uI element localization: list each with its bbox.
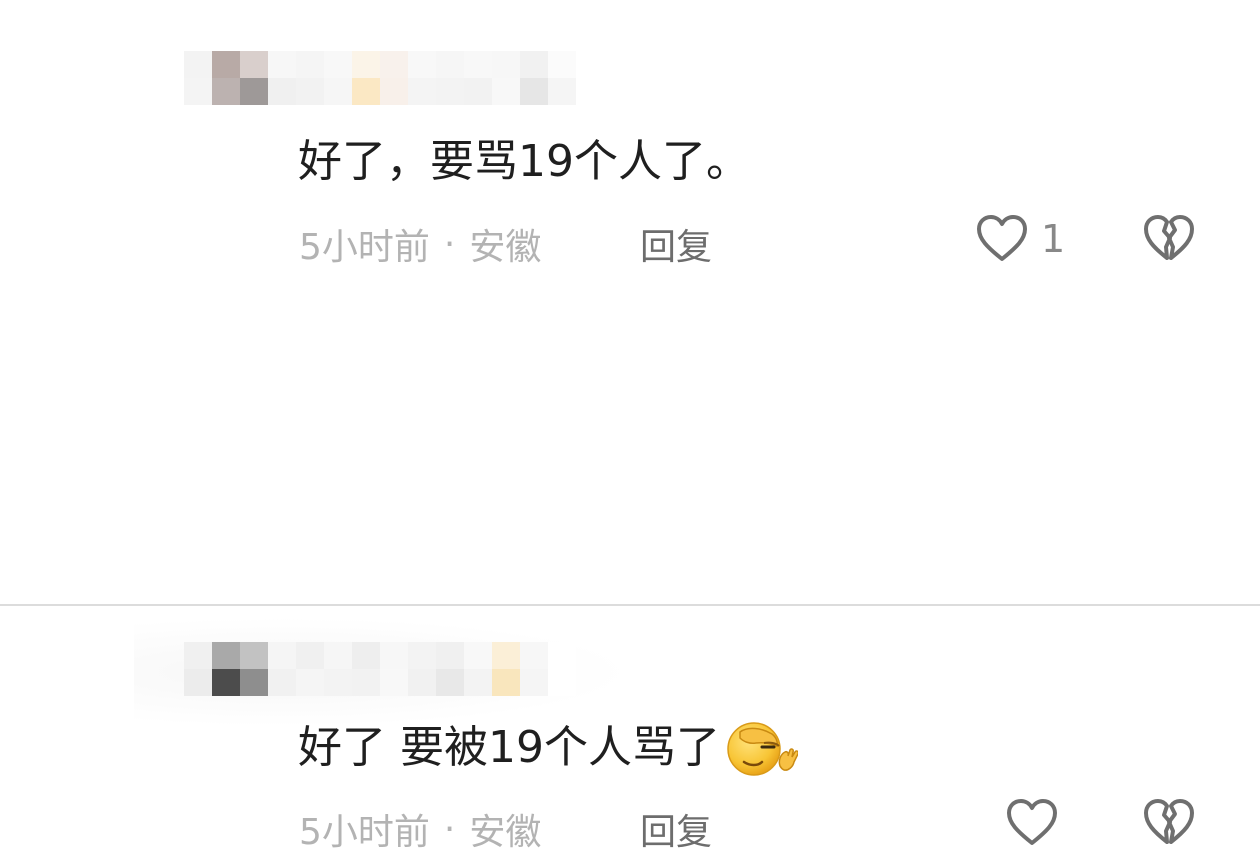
like-button[interactable]: [1005, 798, 1059, 848]
mosaic-cell: [464, 669, 492, 696]
mosaic-cell: [380, 51, 408, 78]
mosaic-cell: [296, 51, 324, 78]
mosaic-cell: [380, 642, 408, 669]
mosaic-cell: [492, 642, 520, 669]
mosaic-cell: [408, 78, 436, 105]
mosaic-cell: [492, 51, 520, 78]
comment-meta: 5小时前 · 安徽: [299, 218, 541, 270]
comment-text: 好了 要被19个人骂了: [298, 718, 799, 778]
mosaic-cell: [296, 78, 324, 105]
mosaic-cell: [184, 51, 212, 78]
comment-time: 5小时前: [299, 812, 430, 853]
mosaic-cell: [268, 51, 296, 78]
mosaic-cell: [464, 78, 492, 105]
mosaic-cell: [352, 51, 380, 78]
mosaic-cell: [240, 642, 268, 669]
mosaic-cell: [268, 78, 296, 105]
redacted-username[interactable]: [134, 617, 634, 727]
mosaic-cell: [520, 669, 548, 696]
like-count: 1: [1041, 217, 1066, 261]
mosaic-cell: [408, 669, 436, 696]
mosaic-cell: [436, 669, 464, 696]
mosaic-cell: [352, 78, 380, 105]
mosaic-cell: [548, 51, 576, 78]
mosaic-cell: [352, 642, 380, 669]
reply-button[interactable]: 回复: [640, 218, 712, 270]
broken-heart-icon: [1144, 215, 1194, 260]
broken-heart-icon: [1144, 799, 1194, 844]
comment-location: 安徽: [469, 227, 542, 268]
like-button[interactable]: 1: [975, 214, 1065, 264]
comment-text: 好了，要骂19个人了。: [298, 134, 750, 190]
mosaic-cell: [240, 669, 268, 696]
meta-separator: ·: [443, 223, 456, 265]
dislike-button[interactable]: [1142, 798, 1196, 852]
comment-time: 5小时前: [299, 227, 430, 268]
mosaic-cell: [352, 669, 380, 696]
mosaic-cell: [548, 78, 576, 105]
mosaic-cell: [324, 51, 352, 78]
mosaic-cell: [184, 669, 212, 696]
reply-button[interactable]: 回复: [640, 803, 712, 855]
mosaic-cell: [184, 642, 212, 669]
dislike-button[interactable]: [1142, 214, 1196, 268]
mosaic-cell: [324, 642, 352, 669]
comment-item: 好了 要被19个人骂了 5小时前 · 安徽 回复: [0, 300, 1260, 853]
comment-location: 安徽: [469, 812, 542, 853]
mosaic-cell: [240, 51, 268, 78]
redacted-username[interactable]: [134, 26, 634, 136]
heart-outline-icon: [1007, 799, 1057, 845]
comment-item: 好了，要骂19个人了。 5小时前 · 安徽 回复 1: [0, 0, 1260, 300]
mosaic-cell: [436, 51, 464, 78]
mosaic-cell: [380, 669, 408, 696]
mosaic-cell: [408, 642, 436, 669]
mosaic-cell: [324, 669, 352, 696]
mosaic-cell: [380, 78, 408, 105]
mosaic-cell: [548, 642, 576, 669]
mosaic-cell: [296, 669, 324, 696]
heart-outline-icon: [977, 215, 1027, 261]
mosaic-cell: [184, 78, 212, 105]
mosaic-cell: [436, 642, 464, 669]
divider: [0, 604, 1260, 606]
mosaic-cell: [492, 78, 520, 105]
mosaic-cell: [408, 51, 436, 78]
mosaic-cell: [268, 669, 296, 696]
comment-body: 好了，要骂19个人了。: [298, 136, 750, 187]
comment-meta: 5小时前 · 安徽: [299, 803, 541, 855]
comment-body: 好了 要被19个人骂了: [298, 722, 720, 773]
mosaic-cell: [464, 642, 492, 669]
mosaic-cell: [212, 78, 240, 105]
mosaic-cell: [212, 669, 240, 696]
meta-separator: ·: [443, 808, 456, 850]
mosaic-cell: [268, 642, 296, 669]
mosaic-cell: [548, 669, 576, 696]
mosaic-cell: [520, 78, 548, 105]
mosaic-cell: [212, 51, 240, 78]
mosaic-cell: [492, 669, 520, 696]
mosaic-cell: [436, 78, 464, 105]
mosaic-cell: [240, 78, 268, 105]
mosaic-cell: [212, 642, 240, 669]
facepalm-emoji-icon: [722, 718, 799, 778]
mosaic-cell: [520, 51, 548, 78]
mosaic-cell: [464, 51, 492, 78]
mosaic-cell: [324, 78, 352, 105]
mosaic-cell: [296, 642, 324, 669]
mosaic-cell: [520, 642, 548, 669]
